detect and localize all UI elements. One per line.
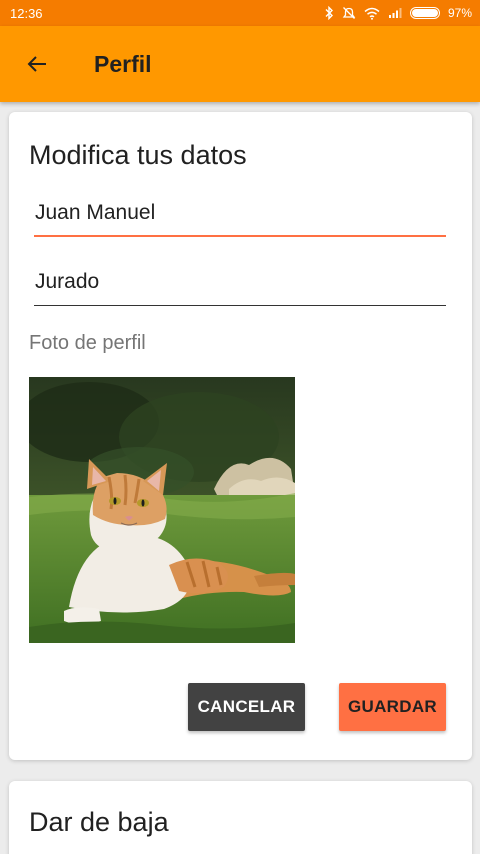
first-name-underline	[34, 235, 446, 237]
status-bar: 12:36 97%	[0, 0, 480, 26]
app-bar: Perfil	[0, 26, 480, 102]
battery-icon	[409, 7, 440, 19]
delete-account-card: Dar de baja	[9, 781, 472, 854]
bluetooth-icon	[325, 6, 333, 20]
cat-photo-image	[29, 377, 295, 643]
arrow-back-icon	[27, 56, 46, 72]
signal-icon	[388, 8, 402, 18]
profile-photo[interactable]	[29, 377, 295, 643]
first-name-input[interactable]	[34, 193, 446, 233]
alarm-off-icon	[342, 7, 356, 19]
delete-card-title: Dar de baja	[29, 807, 169, 837]
status-time: 12:36	[10, 5, 43, 21]
last-name-field	[34, 262, 446, 306]
cancel-button[interactable]: CANCELAR	[188, 683, 305, 731]
wifi-icon	[364, 7, 380, 20]
first-name-field	[34, 193, 446, 237]
save-button[interactable]: GUARDAR	[339, 683, 446, 731]
edit-card-title: Modifica tus datos	[29, 140, 247, 170]
status-icons: 97%	[324, 6, 472, 20]
photo-label: Foto de perfil	[29, 332, 146, 354]
back-button[interactable]	[22, 49, 52, 79]
last-name-underline	[34, 305, 446, 306]
edit-profile-card: Modifica tus datos Foto de perfil	[9, 112, 472, 760]
last-name-input[interactable]	[34, 262, 446, 302]
page-title: Perfil	[94, 50, 152, 77]
battery-level: 97%	[447, 6, 472, 20]
